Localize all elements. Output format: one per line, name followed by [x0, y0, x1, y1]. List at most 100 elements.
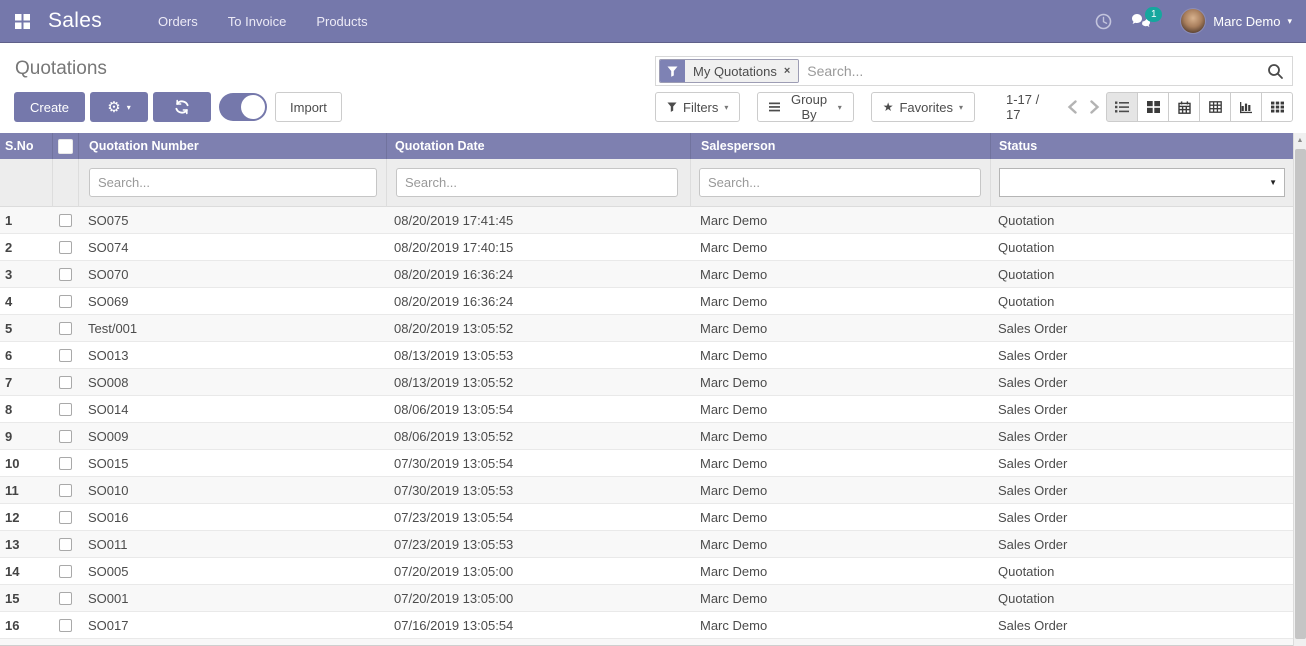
row-checkbox[interactable]: [59, 268, 72, 281]
user-menu[interactable]: Marc Demo ▾: [1180, 8, 1292, 34]
create-button[interactable]: Create: [14, 92, 85, 122]
header-quotation-number[interactable]: Quotation Number: [78, 133, 386, 159]
row-checkbox[interactable]: [59, 565, 72, 578]
filter-input-quotation-number[interactable]: [89, 168, 377, 197]
view-calendar-button[interactable]: [1168, 92, 1200, 122]
table-row[interactable]: 13 SO011 07/23/2019 13:05:53 Marc Demo S…: [0, 531, 1293, 558]
view-pivot-button[interactable]: [1199, 92, 1231, 122]
row-quotation-date: 08/13/2019 13:05:53: [386, 348, 690, 363]
table-row[interactable]: 16 SO017 07/16/2019 13:05:54 Marc Demo S…: [0, 612, 1293, 639]
table-row[interactable]: 12 SO016 07/23/2019 13:05:54 Marc Demo S…: [0, 504, 1293, 531]
header-salesperson[interactable]: Salesperson: [690, 133, 990, 159]
table-header-row: S.No Quotation Number Quotation Date Sal…: [0, 133, 1293, 159]
row-sno: 5: [0, 321, 52, 336]
row-checkbox[interactable]: [59, 538, 72, 551]
row-quotation-date: 08/06/2019 13:05:52: [386, 429, 690, 444]
filters-button[interactable]: Filters ▾: [655, 92, 740, 122]
row-status: Sales Order: [990, 321, 1293, 336]
row-sno: 15: [0, 591, 52, 606]
table-row[interactable]: 10 SO015 07/30/2019 13:05:54 Marc Demo S…: [0, 450, 1293, 477]
row-checkbox-cell: [52, 538, 78, 551]
import-button[interactable]: Import: [275, 92, 342, 122]
header-sno[interactable]: S.No: [0, 133, 52, 159]
table-row[interactable]: 5 Test/001 08/20/2019 13:05:52 Marc Demo…: [0, 315, 1293, 342]
row-status: Sales Order: [990, 456, 1293, 471]
table-row[interactable]: 11 SO010 07/30/2019 13:05:53 Marc Demo S…: [0, 477, 1293, 504]
row-checkbox[interactable]: [59, 295, 72, 308]
toggle-knob: [241, 95, 265, 119]
filter-input-quotation-date[interactable]: [396, 168, 678, 197]
group-by-button[interactable]: Group By ▾: [757, 92, 853, 122]
apps-menu-button[interactable]: [0, 0, 44, 43]
row-quotation-date: 07/23/2019 13:05:53: [386, 537, 690, 552]
facet-remove-icon[interactable]: ×: [784, 65, 790, 77]
row-salesperson: Marc Demo: [690, 267, 990, 282]
vertical-scrollbar[interactable]: ▲: [1293, 133, 1306, 646]
menu-products[interactable]: Products: [316, 14, 367, 29]
search-magnifier-icon[interactable]: [1267, 63, 1284, 80]
scrollbar-thumb[interactable]: [1295, 149, 1306, 639]
row-checkbox[interactable]: [59, 214, 72, 227]
activities-clock-button[interactable]: [1088, 6, 1118, 36]
action-gear-dropdown[interactable]: ⚙ ▾: [90, 92, 148, 122]
row-checkbox[interactable]: [59, 430, 72, 443]
row-quotation-date: 07/16/2019 13:05:54: [386, 618, 690, 633]
scrollbar-up-arrow[interactable]: ▲: [1294, 133, 1306, 148]
row-checkbox[interactable]: [59, 592, 72, 605]
row-checkbox[interactable]: [59, 511, 72, 524]
table-row[interactable]: 2 SO074 08/20/2019 17:40:15 Marc Demo Qu…: [0, 234, 1293, 261]
search-input[interactable]: [799, 63, 1267, 79]
row-checkbox[interactable]: [59, 376, 72, 389]
sales-app-window: Sales Orders To Invoice Products: [0, 0, 1306, 646]
refresh-button[interactable]: [153, 92, 211, 122]
row-checkbox[interactable]: [59, 241, 72, 254]
filter-select-status[interactable]: ▼: [999, 168, 1285, 197]
menu-orders[interactable]: Orders: [158, 14, 198, 29]
select-all-checkbox[interactable]: [58, 139, 73, 154]
messages-button[interactable]: 1: [1126, 6, 1156, 36]
table-row[interactable]: 3 SO070 08/20/2019 16:36:24 Marc Demo Qu…: [0, 261, 1293, 288]
header-status[interactable]: Status: [990, 133, 1293, 159]
table-row[interactable]: 1 SO075 08/20/2019 17:41:45 Marc Demo Qu…: [0, 207, 1293, 234]
row-quotation-date: 07/30/2019 13:05:54: [386, 456, 690, 471]
row-quotation-number: Test/001: [78, 321, 386, 336]
clock-icon: [1095, 13, 1112, 30]
list-toggle-switch[interactable]: [219, 93, 267, 121]
view-activity-button[interactable]: [1261, 92, 1293, 122]
pager-previous-button[interactable]: [1061, 94, 1084, 120]
table-row[interactable]: 7 SO008 08/13/2019 13:05:52 Marc Demo Sa…: [0, 369, 1293, 396]
view-list-button[interactable]: [1106, 92, 1138, 122]
app-title[interactable]: Sales: [48, 9, 102, 33]
row-quotation-number: SO010: [78, 483, 386, 498]
facet-body: My Quotations ×: [685, 60, 798, 82]
header-quotation-date[interactable]: Quotation Date: [386, 133, 690, 159]
row-salesperson: Marc Demo: [690, 213, 990, 228]
row-status: Quotation: [990, 294, 1293, 309]
filter-input-salesperson[interactable]: [699, 168, 981, 197]
row-checkbox[interactable]: [59, 457, 72, 470]
table-row[interactable]: 6 SO013 08/13/2019 13:05:53 Marc Demo Sa…: [0, 342, 1293, 369]
pager-next-button[interactable]: [1083, 94, 1106, 120]
row-checkbox[interactable]: [59, 349, 72, 362]
row-checkbox[interactable]: [59, 619, 72, 632]
table-row[interactable]: 14 SO005 07/20/2019 13:05:00 Marc Demo Q…: [0, 558, 1293, 585]
table-row[interactable]: 8 SO014 08/06/2019 13:05:54 Marc Demo Sa…: [0, 396, 1293, 423]
menu-to-invoice[interactable]: To Invoice: [228, 14, 287, 29]
table-row[interactable]: 9 SO009 08/06/2019 13:05:52 Marc Demo Sa…: [0, 423, 1293, 450]
table-row[interactable]: 15 SO001 07/20/2019 13:05:00 Marc Demo Q…: [0, 585, 1293, 612]
row-checkbox[interactable]: [59, 403, 72, 416]
favorites-button[interactable]: ★ Favorites ▾: [871, 92, 975, 122]
row-checkbox[interactable]: [59, 322, 72, 335]
row-checkbox-cell: [52, 241, 78, 254]
calendar-view-icon: [1178, 101, 1191, 114]
row-checkbox-cell: [52, 511, 78, 524]
view-graph-button[interactable]: [1230, 92, 1262, 122]
row-checkbox[interactable]: [59, 484, 72, 497]
search-facet-my-quotations[interactable]: My Quotations ×: [659, 59, 799, 83]
table-row[interactable]: 4 SO069 08/20/2019 16:36:24 Marc Demo Qu…: [0, 288, 1293, 315]
row-salesperson: Marc Demo: [690, 483, 990, 498]
header-select-all[interactable]: [52, 133, 78, 159]
row-quotation-number: SO069: [78, 294, 386, 309]
view-kanban-button[interactable]: [1137, 92, 1169, 122]
row-checkbox-cell: [52, 457, 78, 470]
